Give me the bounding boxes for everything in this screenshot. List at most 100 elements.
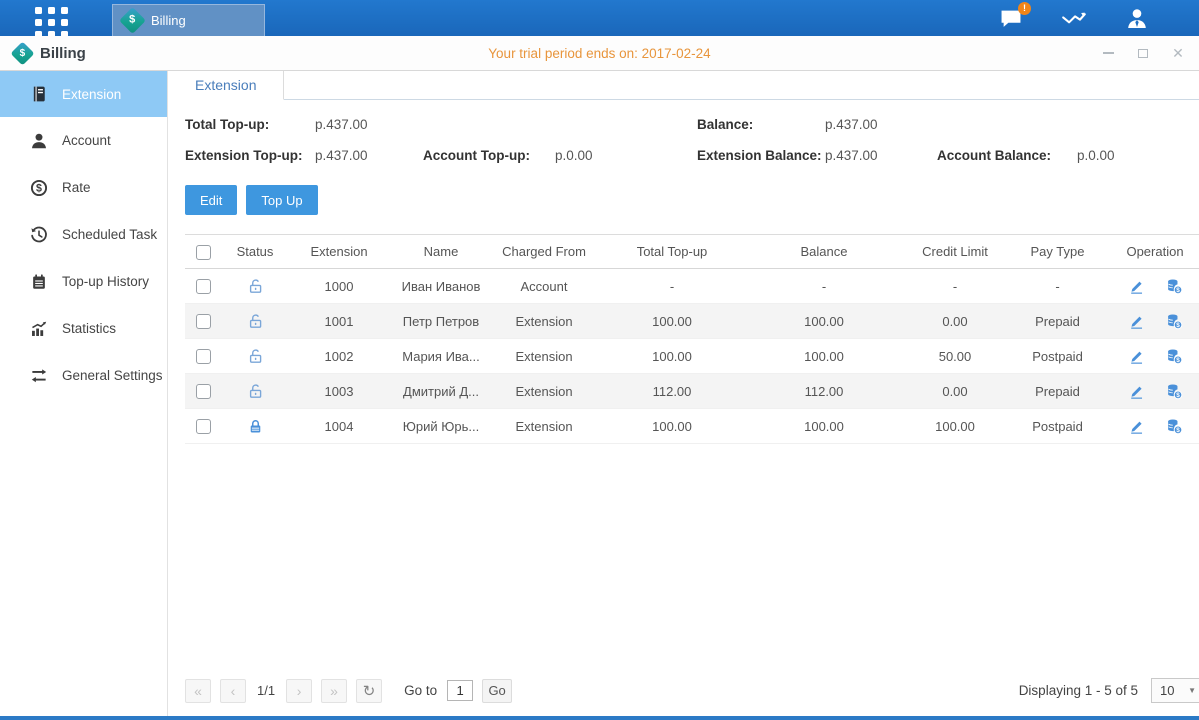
topbar: $ Billing ! [0,0,1199,36]
history-icon [30,226,48,244]
cell-total-topup: - [596,269,748,304]
reports-icon[interactable] [1060,6,1088,30]
cell-extension: 1001 [288,304,390,339]
sidebar-item-label: Top-up History [62,274,149,289]
row-checkbox[interactable] [196,419,211,434]
column-header-balance: Balance [748,235,900,269]
prev-page-button[interactable]: ‹ [220,679,246,703]
svg-text:$: $ [1176,427,1180,434]
column-header-extension: Extension [288,235,390,269]
minimize-icon[interactable] [1101,46,1115,60]
cell-total-topup: 100.00 [596,304,748,339]
go-button[interactable]: Go [482,679,512,703]
cell-total-topup: 112.00 [596,374,748,409]
sidebar-item-top-up-history[interactable]: Top-up History [0,258,167,305]
cell-credit-limit: 0.00 [900,304,1010,339]
close-icon[interactable]: ✕ [1171,46,1185,60]
cell-pay-type: - [1010,269,1105,304]
table-body: 1000Иван ИвановAccount----$1001Петр Петр… [185,269,1199,444]
maximize-icon[interactable] [1136,46,1150,60]
messages-icon[interactable]: ! [997,6,1025,30]
edit-icon[interactable] [1128,418,1145,435]
edit-icon[interactable] [1128,278,1145,295]
pagination-bar: « ‹ 1/1 › » ↻ Go to Go Displaying 1 - 5 … [168,678,1199,716]
cell-balance: 100.00 [748,409,900,444]
sidebar-item-extension[interactable]: Extension [0,71,167,117]
app-window: $ Billing ! $ [0,0,1199,720]
sidebar-item-statistics[interactable]: Statistics [0,305,167,352]
select-all-checkbox[interactable] [196,245,211,260]
sidebar-item-scheduled-task[interactable]: Scheduled Task [0,211,167,258]
svg-text:$: $ [36,182,42,194]
table-row: 1000Иван ИвановAccount----$ [185,269,1199,304]
svg-text:$: $ [1176,392,1180,399]
last-page-button[interactable]: » [321,679,347,703]
top-up-icon[interactable]: $ [1166,383,1183,400]
billing-app-icon: $ [119,7,146,34]
next-page-button[interactable]: › [286,679,312,703]
edit-button[interactable]: Edit [185,185,237,215]
column-header-operation: Operation [1105,235,1199,269]
cell-name: Дмитрий Д... [390,374,492,409]
sidebar-item-label: Extension [62,87,121,102]
cell-total-topup: 100.00 [596,339,748,374]
column-header-status: Status [222,235,288,269]
goto-label: Go to [404,683,437,698]
edit-icon[interactable] [1128,313,1145,330]
displaying-text: Displaying 1 - 5 of 5 [1019,683,1138,698]
unlock-icon [247,347,264,362]
top-up-icon[interactable]: $ [1166,348,1183,365]
top-up-icon[interactable]: $ [1166,278,1183,295]
top-up-button[interactable]: Top Up [246,185,317,215]
app-grid-icon[interactable] [35,7,71,29]
cell-charged-from: Account [492,269,596,304]
cell-name: Петр Петров [390,304,492,339]
window-controls: ✕ [1101,46,1185,60]
window-title: $ Billing [14,45,86,62]
user-icon[interactable] [1123,6,1151,30]
sidebar-item-label: Scheduled Task [62,227,157,242]
topbar-tab-billing[interactable]: $ Billing [112,4,265,36]
table-row: 1002Мария Ива...Extension100.00100.0050.… [185,339,1199,374]
cell-charged-from: Extension [492,374,596,409]
unlock-icon [247,382,264,397]
window-bottom-edge [0,716,1199,720]
sidebar-item-rate[interactable]: $Rate [0,164,167,211]
cell-extension: 1000 [288,269,390,304]
refresh-icon[interactable]: ↻ [356,679,382,703]
cell-pay-type: Postpaid [1010,409,1105,444]
titlebar: $ Billing Your trial period ends on: 201… [0,36,1199,71]
edit-icon[interactable] [1128,348,1145,365]
cell-extension: 1003 [288,374,390,409]
first-page-button[interactable]: « [185,679,211,703]
account-balance-value: p.0.00 [1077,148,1199,163]
page-indicator: 1/1 [257,683,275,698]
cell-balance: - [748,269,900,304]
extension-balance-label: Extension Balance: [697,148,825,163]
topbar-icons: ! [997,0,1151,36]
tab-extension[interactable]: Extension [168,71,284,100]
unlock-icon [247,312,264,327]
cell-pay-type: Postpaid [1010,339,1105,374]
edit-icon[interactable] [1128,383,1145,400]
cell-balance: 100.00 [748,304,900,339]
top-up-icon[interactable]: $ [1166,418,1183,435]
goto-page-input[interactable] [447,680,473,701]
sidebar-item-account[interactable]: Account [0,117,167,164]
cell-charged-from: Extension [492,339,596,374]
row-checkbox[interactable] [196,279,211,294]
extension-balance-value: p.437.00 [825,148,937,163]
row-checkbox[interactable] [196,384,211,399]
cell-credit-limit: 100.00 [900,409,1010,444]
row-checkbox[interactable] [196,349,211,364]
cell-charged-from: Extension [492,409,596,444]
row-checkbox[interactable] [196,314,211,329]
total-topup-value: p.437.00 [315,117,423,132]
page-size-select[interactable]: 10 ▼ [1151,678,1199,703]
lock-icon [247,417,264,432]
account-topup-value: p.0.00 [555,148,697,163]
billing-logo-icon: $ [10,41,34,65]
dropdown-arrow-icon: ▼ [1188,686,1196,695]
sidebar-item-general-settings[interactable]: General Settings [0,352,167,399]
top-up-icon[interactable]: $ [1166,313,1183,330]
